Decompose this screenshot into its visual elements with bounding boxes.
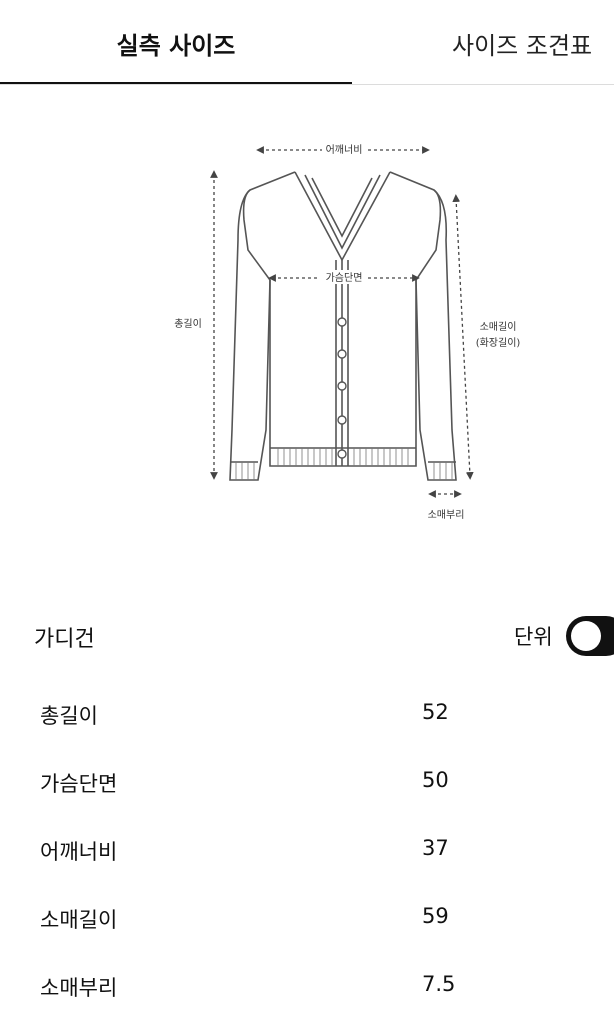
toggle-knob (571, 621, 601, 651)
label-chest: 가슴단면 (326, 272, 363, 284)
label-sleeve-length: 소매길이 (480, 320, 517, 333)
product-size-header: 가디건 단위 (0, 605, 614, 665)
tab-measured-size[interactable]: 실측 사이즈 (0, 0, 352, 86)
unit-toggle[interactable] (566, 616, 614, 656)
table-row: 소매부리 7.5 (0, 952, 614, 1020)
unit-label: 단위 (514, 625, 553, 649)
label-shoulder: 어깨너비 (326, 144, 363, 156)
tab-divider (0, 84, 614, 85)
size-label: 어깨너비 (40, 840, 118, 864)
table-row: 총길이 52 (0, 680, 614, 748)
size-label: 소매길이 (40, 908, 118, 932)
size-label: 가슴단면 (40, 772, 118, 796)
label-total-length: 총길이 (174, 317, 202, 330)
label-sleeve-length-alt: (화장길이) (476, 336, 521, 349)
size-tabs: 실측 사이즈 사이즈 조견표 (0, 0, 614, 86)
size-value: 37 (422, 836, 449, 860)
table-row: 어깨너비 37 (0, 816, 614, 884)
size-label: 총길이 (40, 704, 98, 728)
size-value: 52 (422, 700, 449, 724)
size-value: 7.5 (422, 972, 456, 996)
product-name: 가디건 (34, 627, 95, 652)
tab-size-chart[interactable]: 사이즈 조견표 (352, 0, 614, 86)
cardigan-measurement-diagram: 어깨너비 가슴단면 총길이 소매길이 (화장길이) 소매부리 (174, 142, 521, 521)
table-row: 소매길이 59 (0, 884, 614, 952)
table-row: 가슴단면 50 (0, 748, 614, 816)
label-cuff: 소매부리 (428, 509, 465, 521)
size-value: 50 (422, 768, 449, 792)
size-value: 59 (422, 904, 449, 928)
size-table: 총길이 52 가슴단면 50 어깨너비 37 소매길이 59 소매부리 7.5 (0, 680, 614, 1020)
size-label: 소매부리 (40, 976, 118, 1000)
